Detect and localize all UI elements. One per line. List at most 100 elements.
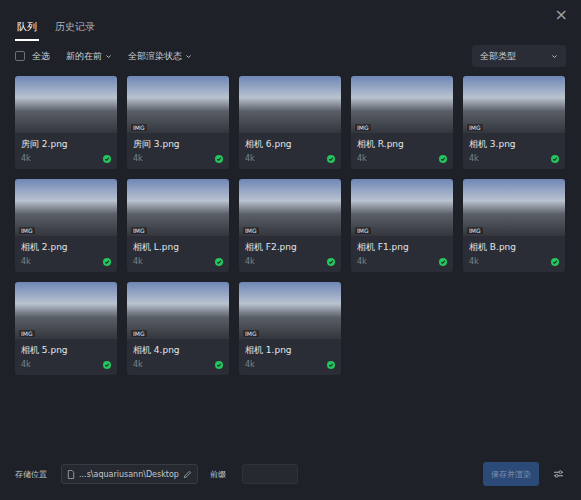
check-circle-icon	[327, 258, 335, 266]
image-badge: IMG	[243, 330, 259, 337]
render-grid: 房间 2.png4kIMG房间 3.png4k相机 6.png4kIMG相机 R…	[15, 76, 566, 375]
close-button[interactable]: ×	[551, 3, 572, 26]
render-name: 相机 6.png	[245, 138, 292, 151]
render-card[interactable]: 房间 2.png4k	[15, 76, 117, 169]
render-card[interactable]: IMG 相机 F1.png 4k	[351, 179, 453, 272]
render-card[interactable]: IMG 相机 B.png 4k	[463, 179, 565, 272]
render-thumbnail: IMG	[463, 76, 565, 133]
render-name: 相机 F1.png	[357, 241, 409, 254]
check-circle-icon	[551, 258, 559, 266]
render-resolution: 4k	[357, 154, 367, 163]
render-name: 相机 L.png	[133, 241, 179, 254]
tab-bar: 队列历史记录	[15, 0, 566, 44]
status-filter-dropdown[interactable]: 全部渲染状态	[128, 50, 192, 63]
prefix-input[interactable]	[242, 464, 298, 484]
check-circle-icon	[215, 155, 223, 163]
render-resolution: 4k	[21, 257, 31, 266]
render-name: 相机 F2.png	[245, 241, 297, 254]
render-resolution: 4k	[357, 257, 367, 266]
image-badge: IMG	[131, 330, 147, 337]
image-badge: IMG	[19, 330, 35, 337]
image-badge: IMG	[243, 227, 259, 234]
render-resolution: 4k	[133, 257, 143, 266]
render-card[interactable]: IMG 相机 2.png 4k	[15, 179, 117, 272]
render-resolution: 4k	[245, 360, 255, 369]
render-name: 相机 R.png	[357, 138, 404, 151]
render-thumbnail: IMG	[15, 179, 117, 236]
check-circle-icon	[103, 155, 111, 163]
render-thumbnail: IMG	[15, 282, 117, 339]
render-resolution: 4k	[133, 360, 143, 369]
check-circle-icon	[439, 258, 447, 266]
render-queue-dialog: ×队列历史记录全选新的在前全部渲染状态全部类型房间 2.png4kIMG房间 3…	[0, 0, 581, 500]
render-card[interactable]: IMG 相机 3.png 4k	[463, 76, 565, 169]
chevron-down-icon	[551, 53, 558, 60]
image-badge: IMG	[355, 227, 371, 234]
render-thumbnail: IMG	[127, 282, 229, 339]
render-card[interactable]: IMG 房间 3.png 4k	[127, 76, 229, 169]
check-circle-icon	[439, 155, 447, 163]
render-thumbnail: IMG	[127, 76, 229, 133]
footer-bar: 存储位置 ...s\aquariusann\Desktop 前缀 保存并渲染	[15, 448, 566, 500]
storage-label: 存储位置	[15, 469, 47, 480]
render-card[interactable]: IMG 相机 1.png 4k	[239, 282, 341, 375]
storage-path-field[interactable]: ...s\aquariusann\Desktop	[61, 464, 198, 484]
image-badge: IMG	[355, 124, 371, 131]
toolbar: 全选 新的在前 全部渲染状态 全部类型	[15, 40, 566, 72]
tab[interactable]: 历史记录	[53, 20, 97, 41]
file-icon	[67, 470, 75, 479]
render-card[interactable]: IMG 相机 L.png 4k	[127, 179, 229, 272]
render-thumbnail: IMG	[239, 282, 341, 339]
render-name: 房间 2.png	[21, 138, 68, 151]
check-circle-icon	[327, 361, 335, 369]
chevron-down-icon	[185, 53, 192, 60]
render-name: 相机 4.png	[133, 344, 180, 357]
render-name: 房间 3.png	[133, 138, 180, 151]
check-circle-icon	[103, 258, 111, 266]
select-all-checkbox[interactable]: 全选	[15, 50, 50, 63]
image-badge: IMG	[131, 227, 147, 234]
render-card[interactable]: IMG 相机 4.png 4k	[127, 282, 229, 375]
render-thumbnail: IMG	[127, 179, 229, 236]
render-name: 相机 2.png	[21, 241, 68, 254]
render-resolution: 4k	[469, 154, 479, 163]
render-name: 相机 5.png	[21, 344, 68, 357]
render-resolution: 4k	[245, 257, 255, 266]
render-name: 相机 1.png	[245, 344, 292, 357]
sort-dropdown[interactable]: 新的在前	[66, 50, 112, 63]
pencil-icon[interactable]	[183, 470, 192, 479]
render-resolution: 4k	[21, 360, 31, 369]
render-thumbnail	[239, 76, 341, 133]
render-thumbnail: IMG	[351, 179, 453, 236]
prefix-label: 前缀	[210, 469, 226, 480]
image-badge: IMG	[19, 227, 35, 234]
render-thumbnail: IMG	[463, 179, 565, 236]
chevron-down-icon	[105, 53, 112, 60]
render-card[interactable]: IMG 相机 5.png 4k	[15, 282, 117, 375]
type-filter-dropdown[interactable]: 全部类型	[472, 45, 566, 67]
check-circle-icon	[327, 155, 335, 163]
tab[interactable]: 队列	[15, 20, 39, 41]
render-resolution: 4k	[133, 154, 143, 163]
render-name: 相机 3.png	[469, 138, 516, 151]
render-name: 相机 B.png	[469, 241, 516, 254]
image-badge: IMG	[131, 124, 147, 131]
render-thumbnail: IMG	[239, 179, 341, 236]
check-circle-icon	[551, 155, 559, 163]
save-render-button[interactable]: 保存并渲染	[483, 462, 539, 486]
checkbox-box[interactable]	[15, 51, 25, 61]
image-badge: IMG	[467, 227, 483, 234]
render-thumbnail: IMG	[351, 76, 453, 133]
sliders-icon	[553, 469, 564, 479]
render-resolution: 4k	[469, 257, 479, 266]
render-card[interactable]: IMG 相机 F2.png 4k	[239, 179, 341, 272]
render-card[interactable]: IMG 相机 R.png 4k	[351, 76, 453, 169]
check-circle-icon	[103, 361, 111, 369]
check-circle-icon	[215, 258, 223, 266]
render-thumbnail	[15, 76, 117, 133]
render-card[interactable]: 相机 6.png 4k	[239, 76, 341, 169]
check-circle-icon	[215, 361, 223, 369]
settings-button[interactable]	[551, 469, 566, 479]
render-resolution: 4k	[245, 154, 255, 163]
image-badge: IMG	[467, 124, 483, 131]
